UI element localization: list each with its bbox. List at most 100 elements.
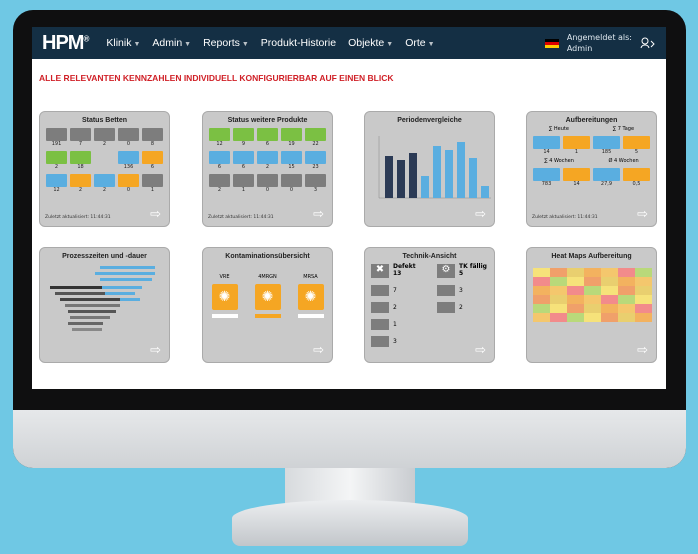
- heatmap-cell: [584, 277, 601, 286]
- status-tile[interactable]: 19: [281, 128, 302, 148]
- heatmap-cell: [550, 295, 567, 304]
- status-tile[interactable]: 0: [118, 128, 139, 148]
- status-tile[interactable]: 27,9: [593, 168, 620, 188]
- status-tile[interactable]: 2: [257, 151, 278, 171]
- status-tile[interactable]: 2: [209, 174, 230, 194]
- card-status-produkte[interactable]: Status weitere Produkte 12 9 6 19 22 6 6 2 15 23 2…: [202, 111, 333, 227]
- status-tile[interactable]: 9: [233, 128, 254, 148]
- heatmap-cell: [601, 286, 618, 295]
- status-tile[interactable]: 1: [563, 136, 590, 156]
- status-tile[interactable]: 18: [70, 151, 91, 171]
- heatmap-cell: [601, 304, 618, 313]
- heatmap-cell: [635, 304, 652, 313]
- heatmap-cell: [618, 286, 635, 295]
- status-tile[interactable]: 1: [142, 174, 163, 194]
- status-tile[interactable]: 783: [533, 168, 560, 188]
- status-tile[interactable]: 191: [46, 128, 67, 148]
- status-tile[interactable]: 1: [233, 174, 254, 194]
- arrow-right-icon[interactable]: ⇨: [475, 207, 486, 222]
- status-tile[interactable]: 14: [563, 168, 590, 188]
- heatmap-cell: [584, 268, 601, 277]
- kontamination-4mrgn[interactable]: 4MRGN ✺: [254, 274, 281, 318]
- status-icon: [305, 174, 326, 187]
- status-icon: [142, 151, 163, 164]
- menu-reports[interactable]: Reports ▼: [203, 37, 249, 49]
- card-kontamination[interactable]: Kontaminationsübersicht VRE ✺ 4MRGN ✺ MRSA…: [202, 247, 333, 363]
- status-tile[interactable]: 5: [623, 136, 650, 156]
- hpm-logo[interactable]: HPM®: [42, 32, 89, 55]
- status-icon: [118, 151, 139, 164]
- menu-orte[interactable]: Orte ▼: [405, 37, 434, 49]
- status-tile[interactable]: 7: [70, 128, 91, 148]
- status-icon: [233, 174, 254, 187]
- heatmap-chart: [533, 268, 652, 322]
- menu-admin[interactable]: Admin ▼: [152, 37, 191, 49]
- status-tile[interactable]: 2: [94, 174, 115, 194]
- gear-icon: ⚙: [437, 264, 455, 278]
- status-tile[interactable]: 12: [46, 174, 67, 194]
- arrow-right-icon[interactable]: ⇨: [637, 207, 648, 222]
- status-tile[interactable]: 8: [142, 128, 163, 148]
- status-icon: [70, 151, 91, 164]
- status-tile[interactable]: 2: [94, 128, 115, 148]
- arrow-right-icon[interactable]: ⇨: [150, 207, 161, 222]
- heatmap-cell: [567, 304, 584, 313]
- status-icon: [142, 174, 163, 187]
- heatmap-cell: [567, 313, 584, 322]
- virus-icon: ✺: [297, 284, 324, 310]
- menu-produkt-historie[interactable]: Produkt-Historie: [261, 37, 336, 49]
- status-tile[interactable]: 6: [233, 151, 254, 171]
- virus-icon: ✺: [211, 284, 238, 310]
- arrow-right-icon[interactable]: ⇨: [150, 343, 161, 358]
- arrow-right-icon[interactable]: ⇨: [475, 343, 486, 358]
- arrow-right-icon[interactable]: ⇨: [313, 207, 324, 222]
- monitor-base: [232, 500, 468, 546]
- card-periodenvergleiche[interactable]: Periodenvergleiche ⇨: [364, 111, 495, 227]
- status-tile[interactable]: 15: [281, 151, 302, 171]
- card-prozesszeiten[interactable]: Prozesszeiten und -dauer ⇨: [39, 247, 170, 363]
- language-flag-icon[interactable]: [544, 38, 559, 48]
- status-tile[interactable]: 6: [209, 151, 230, 171]
- status-tile[interactable]: 22: [305, 128, 326, 148]
- status-tile[interactable]: 0: [118, 174, 139, 194]
- status-tile[interactable]: 3: [305, 174, 326, 194]
- card-aufbereitungen[interactable]: Aufbereitungen ∑ Heute ∑ 7 Tage 14 1 185 5 ∑…: [526, 111, 657, 227]
- arrow-right-icon[interactable]: ⇨: [313, 343, 324, 358]
- menu-objekte[interactable]: Objekte ▼: [348, 37, 393, 49]
- kontamination-mrsa[interactable]: MRSA ✺: [297, 274, 324, 318]
- arrow-right-icon[interactable]: ⇨: [637, 343, 648, 358]
- card-heatmap[interactable]: Heat Maps Aufbereitung ⇨: [526, 247, 657, 363]
- status-icon: [233, 128, 254, 141]
- status-tile[interactable]: 0,5: [623, 168, 650, 188]
- user-settings-icon[interactable]: [640, 37, 656, 49]
- status-tile[interactable]: 23: [305, 151, 326, 171]
- status-tile[interactable]: 2: [46, 151, 67, 171]
- heatmap-cell: [618, 277, 635, 286]
- menu-klinik[interactable]: Klinik ▼: [106, 37, 140, 49]
- status-tile[interactable]: 185: [593, 136, 620, 156]
- tools-icon: ✖: [371, 264, 389, 278]
- status-icon: [209, 151, 230, 164]
- status-tile[interactable]: 14: [533, 136, 560, 156]
- card-technik[interactable]: Technik-Ansicht ✖ Defekt 13 ⚙ TK fällig 5 …: [364, 247, 495, 363]
- card-status-betten[interactable]: Status Betten 191 7 2 0 8 2 18 136 6 12 2 2 0 1 Zulet…: [39, 111, 170, 227]
- status-tile[interactable]: 0: [281, 174, 302, 194]
- status-icon: [257, 128, 278, 141]
- status-tile[interactable]: 6: [257, 128, 278, 148]
- status-tile[interactable]: 6: [142, 151, 163, 171]
- status-tile[interactable]: 0: [257, 174, 278, 194]
- status-icon: [257, 151, 278, 164]
- bed-icon: [371, 285, 389, 296]
- status-tile[interactable]: 2: [70, 174, 91, 194]
- heatmap-cell: [533, 268, 550, 277]
- heatmap-cell: [567, 268, 584, 277]
- status-tile[interactable]: 12: [209, 128, 230, 148]
- heatmap-cell: [533, 286, 550, 295]
- virus-icon: ✺: [254, 284, 281, 310]
- status-icon: [118, 128, 139, 141]
- status-tile[interactable]: [94, 151, 115, 171]
- kontamination-vre[interactable]: VRE ✺: [211, 274, 238, 318]
- status-tile[interactable]: 136: [118, 151, 139, 171]
- status-icon: [94, 174, 115, 187]
- bed-icon: [437, 302, 455, 313]
